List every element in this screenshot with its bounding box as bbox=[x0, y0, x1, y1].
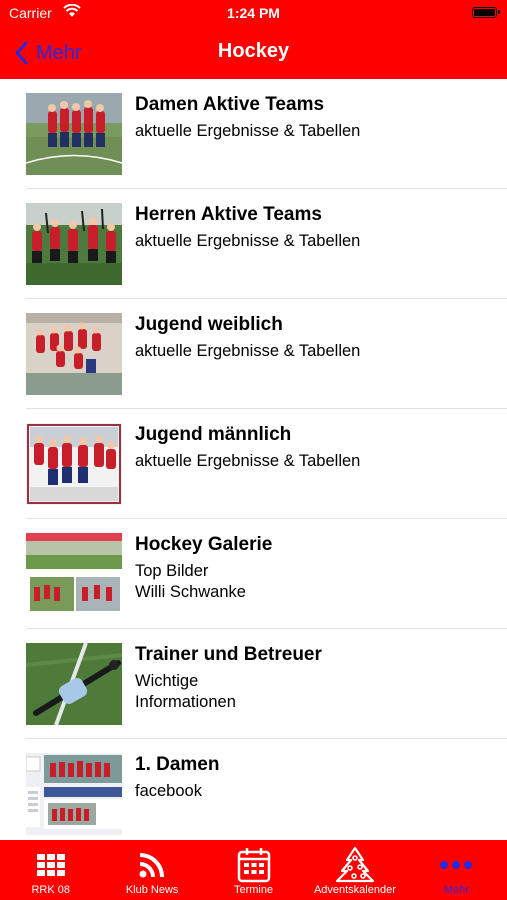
status-bar: Carrier 1:24 PM bbox=[0, 0, 507, 28]
list-item-subtitle: facebook bbox=[135, 782, 202, 800]
tab-label: RRK 08 bbox=[31, 884, 70, 896]
rss-icon bbox=[139, 853, 165, 878]
list-item-herren-aktive-teams[interactable]: Herren Aktive Teams aktuelle Ergebnisse … bbox=[26, 189, 507, 299]
list-item-subtitle: aktuelle Ergebnisse & Tabellen bbox=[135, 342, 361, 360]
list-item-title: Jugend männlich bbox=[135, 424, 292, 445]
list-item-title: Damen Aktive Teams bbox=[135, 94, 325, 115]
tab-rrk-08[interactable]: RRK 08 bbox=[0, 840, 101, 900]
gallery-photo-image bbox=[26, 533, 122, 615]
hockey-menu-list: Damen Aktive Teams aktuelle Ergebnisse &… bbox=[0, 79, 507, 849]
list-item-subtitle: aktuelle Ergebnisse & Tabellen bbox=[135, 452, 361, 470]
tab-bar: RRK 08 Klub News Termine Adventskalender… bbox=[0, 840, 507, 900]
list-item-subtitle: Wichtige Informationen bbox=[135, 672, 236, 711]
list-item-trainer-und-betreuer[interactable]: Trainer und Betreuer Wichtige Informatio… bbox=[26, 629, 507, 739]
list-item-subtitle: Top Bilder Willi Schwanke bbox=[135, 562, 246, 601]
list-item-1-damen[interactable]: 1. Damen facebook bbox=[26, 739, 507, 849]
tab-label: Adventskalender bbox=[313, 884, 396, 896]
list-item-title: Hockey Galerie bbox=[135, 534, 273, 555]
battery-icon bbox=[472, 7, 500, 18]
more-icon bbox=[440, 861, 473, 869]
team-photo-image bbox=[26, 203, 122, 285]
list-item-title: Herren Aktive Teams bbox=[135, 204, 322, 225]
tab-adventskalender[interactable]: Adventskalender bbox=[304, 840, 405, 900]
team-photo-image bbox=[26, 313, 122, 395]
facebook-page-photo-thumbnail bbox=[26, 753, 122, 835]
list-item-subtitle: aktuelle Ergebnisse & Tabellen bbox=[135, 232, 361, 250]
team-photo-thumbnail bbox=[26, 423, 122, 505]
tab-mehr[interactable]: Mehr bbox=[406, 840, 507, 900]
list-item-hockey-galerie[interactable]: Hockey Galerie Top Bilder Willi Schwanke bbox=[26, 519, 507, 629]
hockey-stick-photo-image bbox=[26, 643, 122, 725]
navigation-header: Carrier 1:24 PM Mehr Hockey bbox=[0, 0, 507, 79]
status-time: 1:24 PM bbox=[227, 5, 280, 21]
tab-label: Klub News bbox=[125, 884, 179, 896]
gallery-photo-thumbnail bbox=[26, 533, 122, 615]
team-photo-image bbox=[26, 93, 122, 175]
list-item-title: Jugend weiblich bbox=[135, 314, 283, 335]
hockey-stick-photo-thumbnail bbox=[26, 643, 122, 725]
facebook-page-photo-image bbox=[26, 753, 122, 835]
grid-icon bbox=[36, 854, 65, 876]
tab-label: Termine bbox=[233, 884, 274, 896]
page-title: Hockey bbox=[217, 40, 290, 62]
list-item-damen-aktive-teams[interactable]: Damen Aktive Teams aktuelle Ergebnisse &… bbox=[26, 79, 507, 189]
team-photo-thumbnail bbox=[26, 203, 122, 285]
team-photo-image bbox=[26, 423, 122, 505]
calendar-icon bbox=[237, 848, 270, 883]
team-photo-thumbnail bbox=[26, 313, 122, 395]
list-item-title: 1. Damen bbox=[135, 754, 220, 775]
list-item-jugend-maennlich[interactable]: Jugend männlich aktuelle Ergebnisse & Ta… bbox=[26, 409, 507, 519]
tab-label: Mehr bbox=[443, 884, 469, 896]
tab-klub-news[interactable]: Klub News bbox=[101, 840, 202, 900]
tab-termine[interactable]: Termine bbox=[203, 840, 304, 900]
team-photo-thumbnail bbox=[26, 93, 122, 175]
list-item-jugend-weiblich[interactable]: Jugend weiblich aktuelle Ergebnisse & Ta… bbox=[26, 299, 507, 409]
christmas-tree-icon bbox=[335, 846, 375, 883]
list-item-title: Trainer und Betreuer bbox=[135, 644, 322, 665]
list-item-subtitle: aktuelle Ergebnisse & Tabellen bbox=[135, 122, 361, 140]
